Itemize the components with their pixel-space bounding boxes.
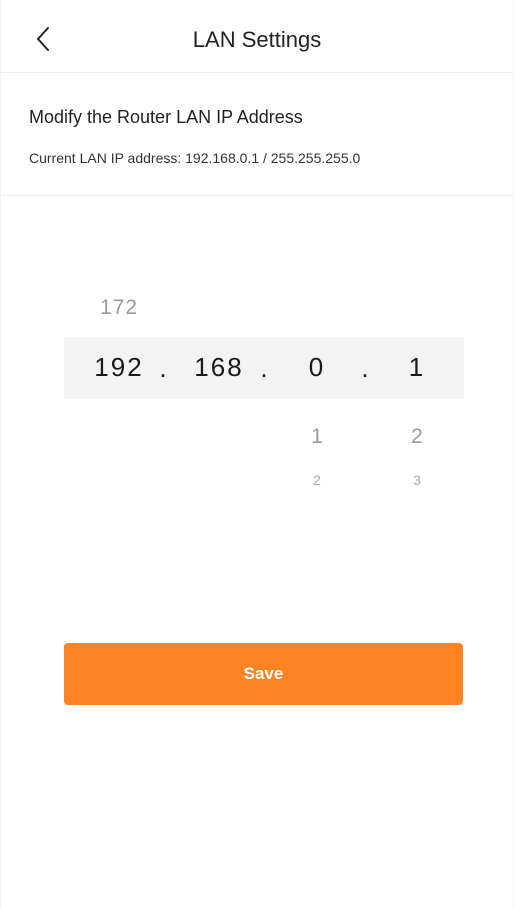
- picker-option-next-2[interactable]: 2: [272, 472, 362, 488]
- picker-column-octet-2[interactable]: 168: [174, 280, 264, 520]
- lan-info-section: Modify the Router LAN IP Address Current…: [1, 73, 513, 196]
- picker-option-next-2[interactable]: 3: [372, 472, 462, 488]
- picker-option-selected[interactable]: 192: [74, 352, 164, 383]
- picker-option-next[interactable]: 2: [372, 425, 462, 449]
- save-button[interactable]: Save: [64, 643, 463, 705]
- ip-address-picker[interactable]: 172 192 . 168 . 0 1 2 . 1 2 3: [64, 280, 464, 520]
- current-ip-text: Current LAN IP address: 192.168.0.1 / 25…: [29, 150, 361, 166]
- picker-column-octet-1[interactable]: 172 192: [74, 280, 164, 520]
- page-title: LAN Settings: [192, 27, 322, 52]
- picker-option-next[interactable]: 1: [272, 425, 362, 449]
- lan-settings-screen: LAN Settings Modify the Router LAN IP Ad…: [0, 0, 514, 908]
- picker-column-octet-4[interactable]: 1 2 3: [372, 280, 462, 520]
- picker-option-prev[interactable]: 172: [74, 296, 164, 320]
- top-bar: LAN Settings: [1, 0, 513, 73]
- picker-option-selected[interactable]: 1: [372, 352, 462, 383]
- section-heading: Modify the Router LAN IP Address: [29, 107, 303, 127]
- picker-option-selected[interactable]: 168: [174, 352, 264, 383]
- octet-separator: .: [159, 353, 167, 383]
- octet-separator: .: [260, 353, 268, 383]
- picker-option-selected[interactable]: 0: [272, 352, 362, 383]
- picker-column-octet-3[interactable]: 0 1 2: [272, 280, 362, 520]
